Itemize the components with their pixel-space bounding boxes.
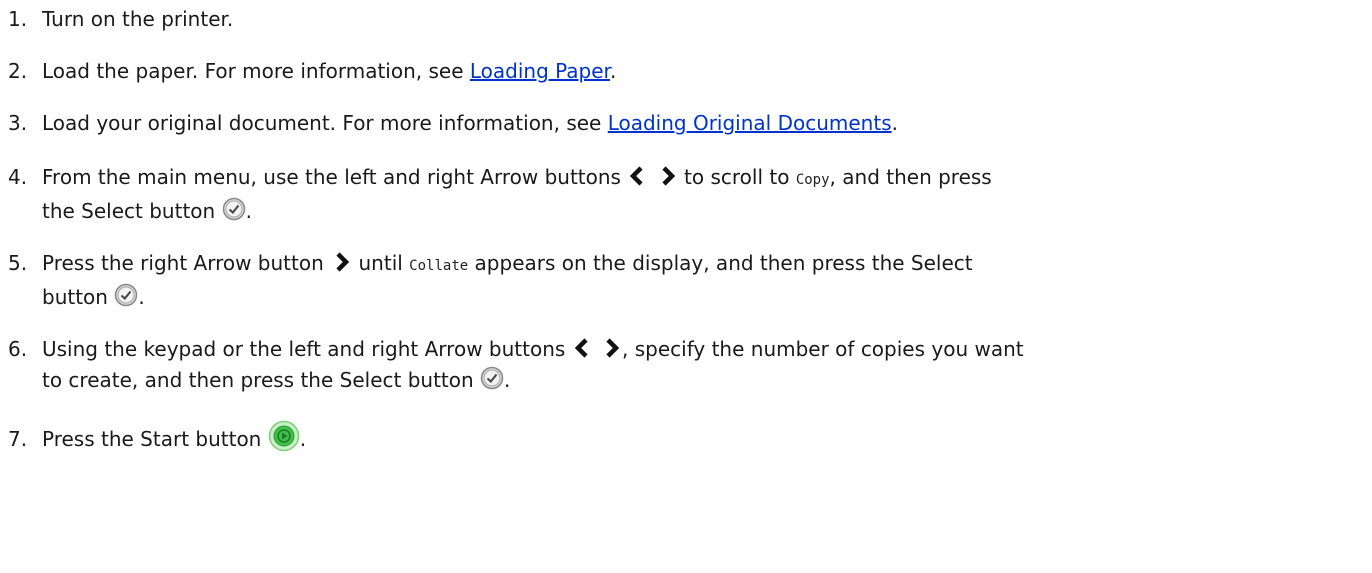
- menu-item-code: Copy: [795, 172, 830, 188]
- select-button-icon: [222, 197, 246, 221]
- step-number: 4.: [8, 165, 28, 189]
- step-text-end: .: [504, 368, 511, 392]
- select-button-icon: [114, 283, 138, 307]
- step-text-end: .: [609, 59, 617, 83]
- step-text: Using the keypad or the left and right A…: [42, 337, 572, 361]
- step-text: , specify the number of copies you want: [622, 337, 1024, 361]
- step-number: 1.: [8, 7, 28, 31]
- step-text-end: .: [299, 427, 307, 451]
- start-button-icon: [268, 420, 300, 452]
- loading-original-documents-link[interactable]: Loading Original Documents: [608, 111, 892, 135]
- step-text: to scroll to: [677, 165, 796, 189]
- step-text-end: .: [245, 199, 252, 223]
- step-text: Load your original document. For more in…: [42, 111, 608, 135]
- instruction-steps: 1. Turn on the printer. 2. Load the paper.…: [0, 0, 1372, 573]
- right-arrow-icon: [330, 251, 352, 273]
- step-text: until: [352, 251, 410, 275]
- right-arrow-icon: [656, 165, 678, 187]
- step-2: 2. Load the paper. For more information, …: [8, 56, 1348, 87]
- right-arrow-icon: [600, 337, 622, 359]
- loading-paper-link[interactable]: Loading Paper: [470, 59, 610, 83]
- step-text-continued: to create, and then press the Select but…: [42, 368, 474, 392]
- left-arrow-icon: [627, 165, 649, 187]
- step-1: 1. Turn on the printer.: [8, 4, 1348, 35]
- step-number: 7.: [8, 427, 28, 451]
- step-text: Turn on the printer.: [42, 7, 234, 31]
- menu-item-code: Collate: [409, 258, 469, 274]
- step-3: 3. Load your original document. For more …: [8, 108, 1348, 139]
- step-number: 2.: [8, 59, 28, 83]
- step-7: 7. Press the Start button .: [8, 420, 1348, 455]
- step-6: 6. Using the keypad or the left and right…: [8, 334, 1348, 396]
- step-number: 6.: [8, 337, 28, 361]
- step-text-continued: the Select button: [42, 199, 216, 223]
- step-text: appears on the display, and then press t…: [468, 251, 973, 275]
- step-text-end: .: [138, 285, 145, 309]
- step-text: Press the Start button: [42, 427, 268, 451]
- step-text: From the main menu, use the left and rig…: [42, 165, 628, 189]
- step-number: 5.: [8, 251, 28, 275]
- step-text: Load the paper. For more information, se…: [42, 59, 470, 83]
- select-button-icon: [480, 366, 504, 390]
- step-5: 5. Press the right Arrow button until Col…: [8, 248, 1348, 313]
- step-text-end: .: [891, 111, 898, 135]
- step-4: 4. From the main menu, use the left and r…: [8, 162, 1348, 227]
- left-arrow-icon: [572, 337, 594, 359]
- step-text: Press the right Arrow button: [42, 251, 331, 275]
- step-text: , and then press: [829, 165, 992, 189]
- step-text-continued: button: [42, 285, 108, 309]
- step-number: 3.: [8, 111, 28, 135]
